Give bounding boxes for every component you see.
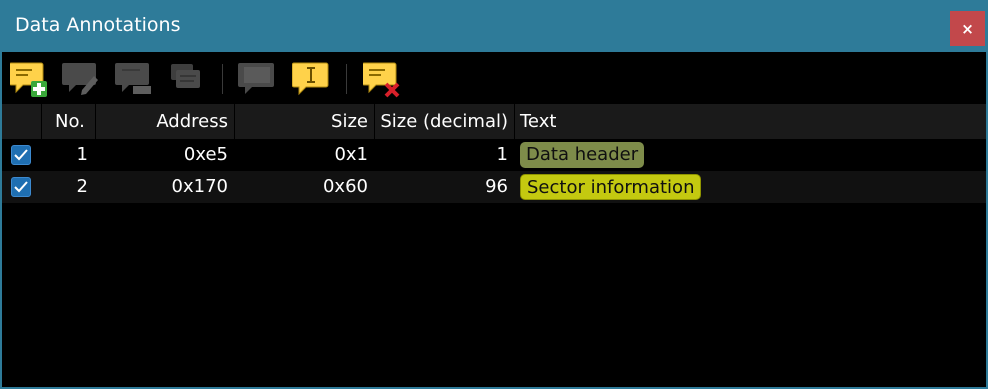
title-bar[interactable]: Data Annotations × bbox=[0, 0, 988, 52]
comment-button[interactable] bbox=[238, 60, 276, 98]
comment-icon bbox=[238, 63, 274, 94]
window-title: Data Annotations bbox=[15, 14, 181, 36]
column-header-size[interactable]: Size bbox=[235, 104, 374, 139]
cell-size-decimal: 1 bbox=[496, 144, 508, 165]
copy-annotation-icon bbox=[171, 64, 200, 88]
column-header-check[interactable] bbox=[2, 104, 41, 139]
delete-annotation-icon bbox=[363, 62, 400, 98]
cell-size: 0x1 bbox=[334, 144, 368, 165]
edit-annotation-icon bbox=[62, 63, 98, 95]
data-annotations-window: Data Annotations × No. Address Size Size… bbox=[0, 0, 988, 389]
annotation-properties-button[interactable] bbox=[115, 60, 153, 98]
rename-annotation-icon bbox=[292, 62, 329, 96]
row-checkbox[interactable] bbox=[11, 177, 31, 197]
cell-address: 0x170 bbox=[171, 176, 228, 197]
cell-address: 0xe5 bbox=[183, 144, 228, 165]
cell-no: 1 bbox=[76, 144, 88, 165]
toolbar-separator bbox=[346, 64, 347, 94]
toolbar-separator bbox=[222, 64, 223, 94]
checkmark-icon bbox=[14, 149, 28, 161]
window-content: No. Address Size Size (decimal) Text 1 0… bbox=[2, 52, 986, 387]
column-header-size-decimal[interactable]: Size (decimal) bbox=[375, 104, 514, 139]
add-annotation-icon bbox=[10, 62, 47, 97]
rename-annotation-button[interactable] bbox=[292, 60, 330, 98]
table-header: No. Address Size Size (decimal) Text bbox=[2, 104, 986, 139]
cell-size: 0x60 bbox=[322, 176, 368, 197]
toolbar bbox=[2, 52, 986, 104]
annotation-properties-icon bbox=[115, 63, 151, 94]
copy-annotation-button[interactable] bbox=[168, 60, 206, 98]
close-button[interactable]: × bbox=[950, 11, 985, 46]
table-row[interactable]: 1 0xe5 0x1 1 Data header bbox=[2, 139, 986, 171]
column-header-text[interactable]: Text bbox=[515, 104, 715, 139]
edit-annotation-button[interactable] bbox=[62, 60, 100, 98]
annotation-text-tag[interactable]: Data header bbox=[520, 142, 645, 168]
table-row[interactable]: 2 0x170 0x60 96 Sector information bbox=[2, 171, 986, 203]
add-annotation-button[interactable] bbox=[10, 60, 48, 98]
column-header-no[interactable]: No. bbox=[42, 104, 94, 139]
cell-size-decimal: 96 bbox=[485, 176, 508, 197]
column-header-address[interactable]: Address bbox=[96, 104, 234, 139]
cell-no: 2 bbox=[76, 176, 88, 197]
annotation-text-tag[interactable]: Sector information bbox=[520, 174, 702, 200]
delete-annotation-button[interactable] bbox=[363, 60, 401, 98]
close-icon: × bbox=[961, 19, 974, 38]
checkmark-icon bbox=[14, 181, 28, 193]
row-checkbox[interactable] bbox=[11, 145, 31, 165]
